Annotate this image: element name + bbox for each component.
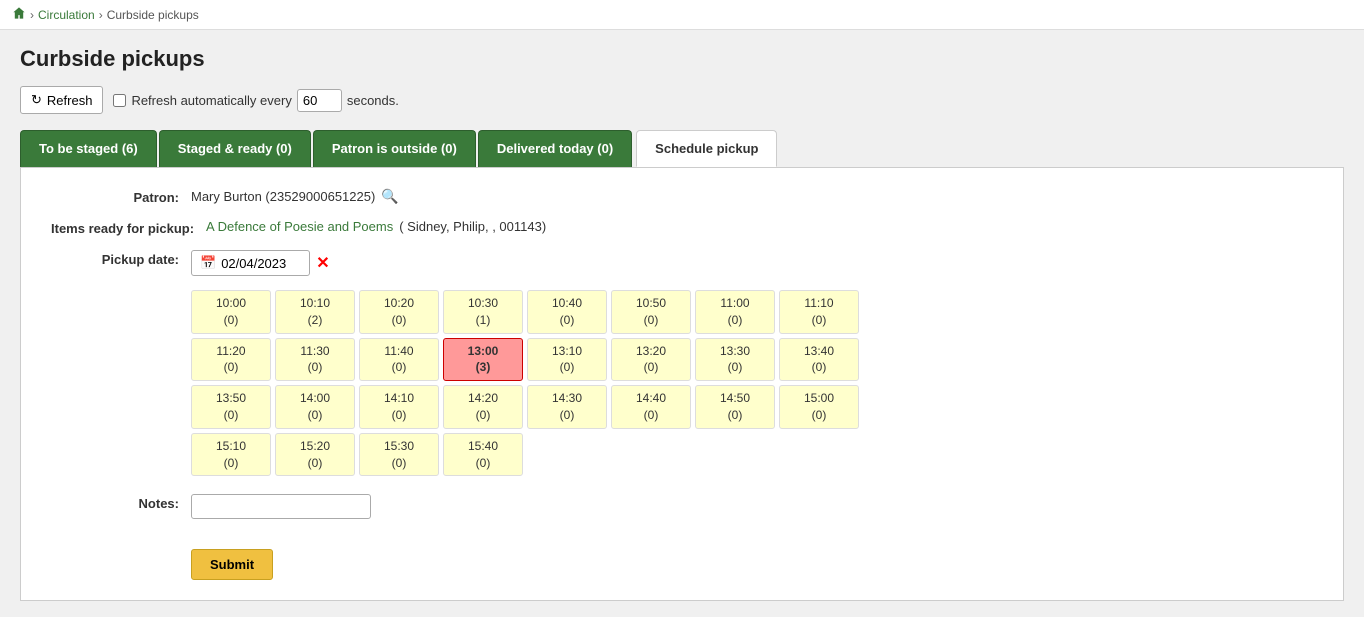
- clear-date-button[interactable]: ✕: [316, 253, 329, 273]
- time-slot[interactable]: 10:40(0): [527, 290, 607, 334]
- time-slot[interactable]: 15:20(0): [275, 433, 355, 477]
- submit-button[interactable]: Submit: [191, 549, 273, 580]
- refresh-auto-label: Refresh automatically every: [131, 93, 291, 108]
- items-row: Items ready for pickup: A Defence of Poe…: [51, 219, 1313, 236]
- time-slot[interactable]: 15:40(0): [443, 433, 523, 477]
- schedule-pickup-content: Patron: Mary Burton (23529000651225) 🔍 I…: [20, 168, 1344, 601]
- refresh-button[interactable]: ↻ Refresh: [20, 86, 103, 114]
- time-slot[interactable]: 10:10(2): [275, 290, 355, 334]
- items-label: Items ready for pickup:: [51, 219, 206, 236]
- time-slot[interactable]: 11:20(0): [191, 338, 271, 382]
- breadcrumb-circulation[interactable]: Circulation: [38, 8, 95, 22]
- time-slot[interactable]: 14:10(0): [359, 385, 439, 429]
- time-slot[interactable]: 10:30(1): [443, 290, 523, 334]
- refresh-icon: ↻: [31, 92, 42, 108]
- time-slot[interactable]: 11:00(0): [695, 290, 775, 334]
- notes-label: Notes:: [51, 494, 191, 511]
- time-slot[interactable]: 15:10(0): [191, 433, 271, 477]
- notes-row: Notes:: [51, 494, 1313, 519]
- pickup-date-row: Pickup date: 📅 ✕: [51, 250, 1313, 276]
- time-slot[interactable]: 14:00(0): [275, 385, 355, 429]
- time-slot[interactable]: 11:40(0): [359, 338, 439, 382]
- time-slot[interactable]: 10:00(0): [191, 290, 271, 334]
- breadcrumb: › Circulation › Curbside pickups: [0, 0, 1364, 30]
- calendar-icon: 📅: [200, 255, 216, 271]
- tab-schedule-pickup[interactable]: Schedule pickup: [636, 130, 777, 167]
- tab-patron-outside[interactable]: Patron is outside (0): [313, 130, 476, 167]
- time-grid-container: 10:00(0)10:10(2)10:20(0)10:30(1)10:40(0)…: [191, 290, 1313, 476]
- time-slot[interactable]: 14:30(0): [527, 385, 607, 429]
- pickup-date-label: Pickup date:: [51, 250, 191, 267]
- time-slot[interactable]: 13:30(0): [695, 338, 775, 382]
- tabs-bar: To be staged (6) Staged & ready (0) Patr…: [20, 130, 1344, 168]
- tab-delivered-today[interactable]: Delivered today (0): [478, 130, 632, 167]
- time-slot[interactable]: 13:20(0): [611, 338, 691, 382]
- seconds-label: seconds.: [347, 93, 399, 108]
- date-input-wrap: 📅 ✕: [191, 250, 330, 276]
- patron-value-area: Mary Burton (23529000651225) 🔍: [191, 188, 399, 205]
- item-link[interactable]: A Defence of Poesie and Poems: [206, 219, 393, 234]
- notes-value-area: [191, 494, 371, 519]
- time-slot[interactable]: 11:10(0): [779, 290, 859, 334]
- refresh-auto-area: Refresh automatically every 60 seconds.: [113, 89, 398, 112]
- time-slot[interactable]: 14:50(0): [695, 385, 775, 429]
- time-slot[interactable]: 15:30(0): [359, 433, 439, 477]
- patron-label: Patron:: [51, 188, 191, 205]
- breadcrumb-sep-1: ›: [30, 8, 34, 22]
- tab-staged-ready[interactable]: Staged & ready (0): [159, 130, 311, 167]
- time-slot[interactable]: 13:10(0): [527, 338, 607, 382]
- time-slot[interactable]: 10:20(0): [359, 290, 439, 334]
- date-field[interactable]: [221, 256, 301, 271]
- time-slot[interactable]: 15:00(0): [779, 385, 859, 429]
- item-meta: ( Sidney, Philip, , 001143): [399, 219, 546, 234]
- refresh-label: Refresh: [47, 93, 93, 108]
- home-icon[interactable]: [12, 6, 26, 23]
- time-slot[interactable]: 10:50(0): [611, 290, 691, 334]
- breadcrumb-current: Curbside pickups: [107, 8, 199, 22]
- date-input-container: 📅: [191, 250, 310, 276]
- patron-row: Patron: Mary Burton (23529000651225) 🔍: [51, 188, 1313, 205]
- patron-search-icon[interactable]: 🔍: [381, 188, 398, 205]
- patron-name: Mary Burton (23529000651225): [191, 189, 375, 204]
- notes-input[interactable]: [191, 494, 371, 519]
- time-slot[interactable]: 14:40(0): [611, 385, 691, 429]
- time-slot[interactable]: 13:50(0): [191, 385, 271, 429]
- breadcrumb-sep-2: ›: [99, 8, 103, 22]
- time-slot[interactable]: 11:30(0): [275, 338, 355, 382]
- refresh-interval-input[interactable]: 60: [297, 89, 342, 112]
- time-slot[interactable]: 13:00(3): [443, 338, 523, 382]
- toolbar: ↻ Refresh Refresh automatically every 60…: [20, 86, 1344, 114]
- time-slot[interactable]: 13:40(0): [779, 338, 859, 382]
- refresh-auto-checkbox[interactable]: [113, 94, 126, 107]
- items-value-area: A Defence of Poesie and Poems ( Sidney, …: [206, 219, 546, 234]
- tab-to-be-staged[interactable]: To be staged (6): [20, 130, 157, 167]
- page-title: Curbside pickups: [20, 46, 1344, 72]
- main-content: Curbside pickups ↻ Refresh Refresh autom…: [0, 30, 1364, 617]
- time-slot[interactable]: 14:20(0): [443, 385, 523, 429]
- time-grid: 10:00(0)10:10(2)10:20(0)10:30(1)10:40(0)…: [191, 290, 1313, 476]
